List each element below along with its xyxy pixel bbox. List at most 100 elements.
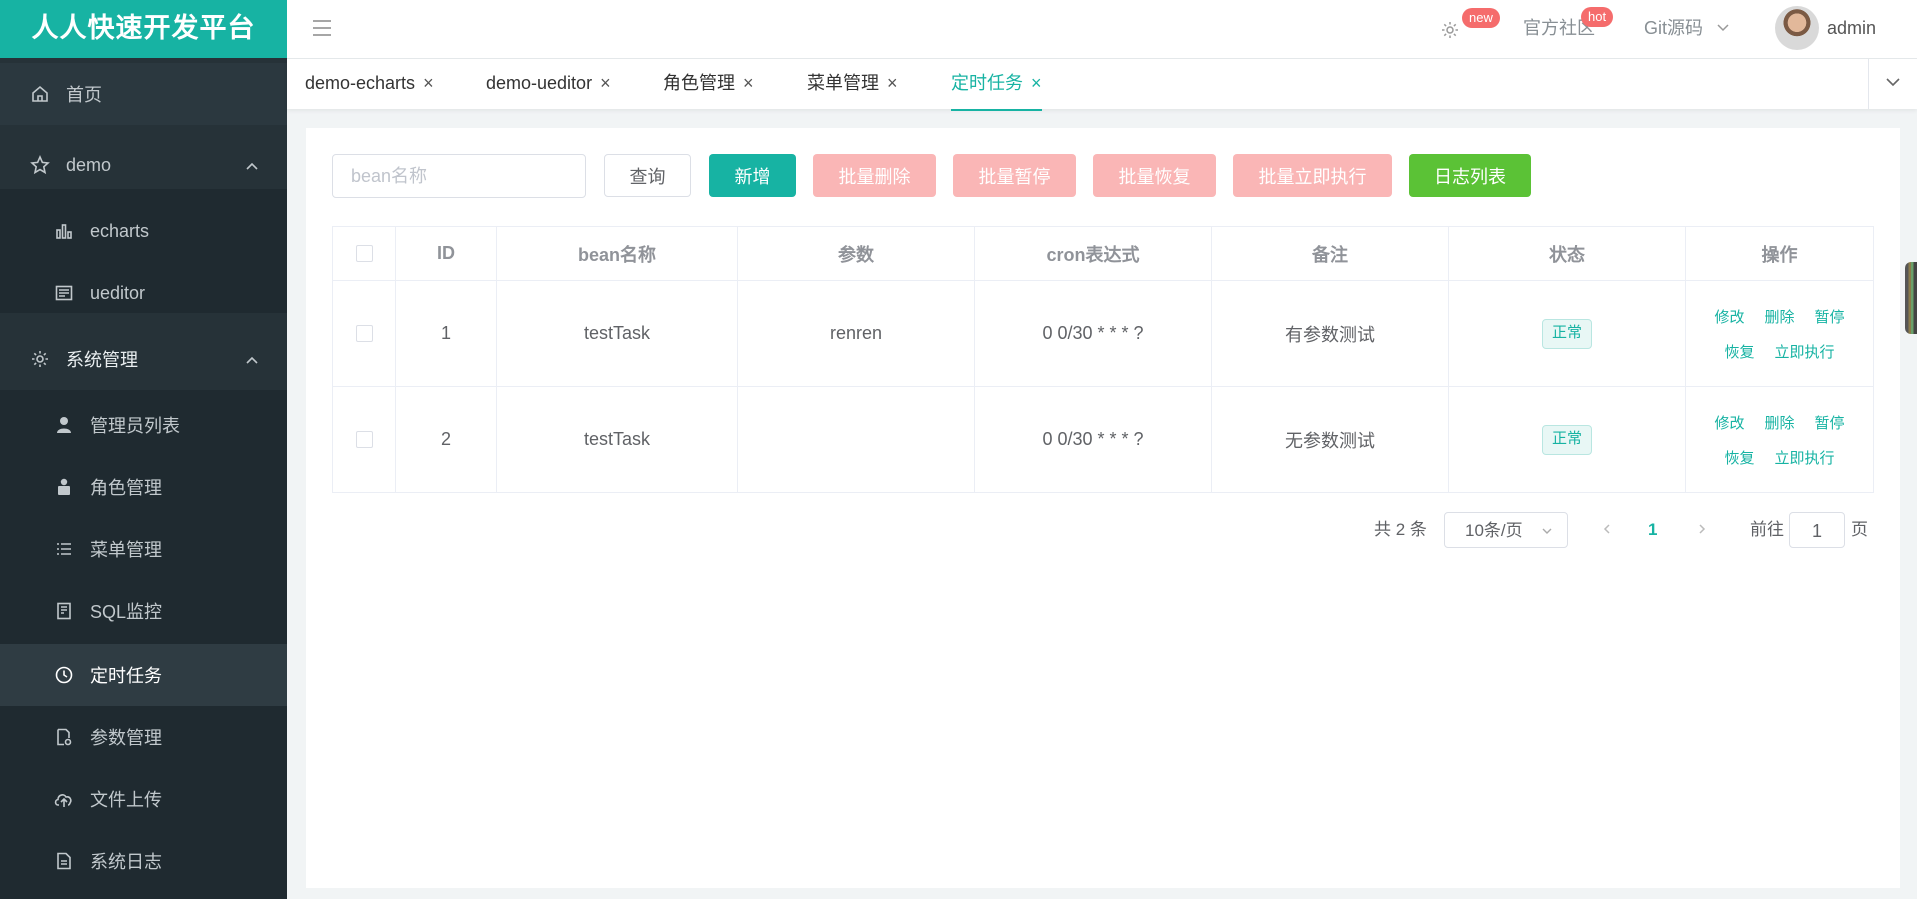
row-checkbox[interactable]	[355, 431, 373, 448]
username[interactable]: admin	[1827, 0, 1876, 58]
column-header-params: 参数	[738, 227, 975, 280]
sidebar-item-label: 系统日志	[90, 852, 162, 872]
cell-remark: 有参数测试	[1212, 281, 1449, 386]
home-icon	[28, 82, 52, 106]
cell-actions: 修改 删除 暂停 恢复 立即执行	[1686, 387, 1873, 492]
tab-options-button[interactable]	[1868, 59, 1917, 109]
pause-link[interactable]: 暂停	[1815, 306, 1845, 327]
tab-role[interactable]: 角色管理 ×	[663, 59, 754, 109]
clock-icon	[52, 663, 76, 687]
editor-icon	[52, 281, 76, 305]
cell-id: 1	[396, 281, 497, 386]
sidebar-item-label: 系统管理	[66, 350, 138, 370]
batch-resume-button[interactable]: 批量恢复	[1093, 154, 1216, 197]
sidebar-item-syslog[interactable]: 系统日志	[0, 830, 287, 892]
tab-label: 菜单管理	[807, 73, 879, 93]
sidebar-item-params[interactable]: 参数管理	[0, 706, 287, 768]
batch-delete-button[interactable]: 批量删除	[813, 154, 936, 197]
cell-id: 2	[396, 387, 497, 492]
bean-name-search-input[interactable]: bean名称	[332, 154, 586, 198]
next-page-button[interactable]	[1697, 512, 1707, 548]
avatar[interactable]	[1775, 6, 1819, 50]
sidebar-item-home[interactable]: 首页	[0, 63, 287, 125]
resume-link[interactable]: 恢复	[1724, 447, 1754, 468]
batch-pause-button[interactable]: 批量暂停	[953, 154, 1076, 197]
sidebar-item-menu[interactable]: 菜单管理	[0, 518, 287, 580]
tab-label: 角色管理	[663, 73, 735, 93]
cell-cron: 0 0/30 * * * ?	[975, 387, 1212, 492]
status-badge: 正常	[1541, 318, 1592, 349]
git-source-label: Git源码	[1644, 18, 1704, 38]
page-size-select[interactable]: 10条/页	[1444, 512, 1568, 548]
batch-run-button[interactable]: 批量立即执行	[1233, 154, 1392, 197]
tab-schedule[interactable]: 定时任务 ×	[951, 59, 1042, 111]
goto-suffix: 页	[1851, 520, 1868, 539]
pause-link[interactable]: 暂停	[1815, 412, 1845, 433]
star-icon	[28, 153, 52, 177]
resume-link[interactable]: 恢复	[1724, 341, 1754, 362]
goto-page-input[interactable]: 1	[1789, 512, 1845, 548]
doc-icon	[52, 849, 76, 873]
close-icon[interactable]: ×	[423, 73, 434, 93]
sidebar-item-system[interactable]: 系统管理	[0, 328, 287, 390]
sidebar-item-echarts[interactable]: echarts	[0, 200, 287, 262]
select-all-cell	[333, 227, 396, 280]
tab-menu[interactable]: 菜单管理 ×	[807, 59, 898, 109]
sidebar-item-schedule[interactable]: 定时任务	[0, 644, 287, 706]
edit-link[interactable]: 修改	[1714, 306, 1744, 327]
side-scroll-handle[interactable]	[1905, 262, 1917, 334]
sidebar-item-ueditor[interactable]: ueditor	[0, 262, 287, 324]
row-checkbox[interactable]	[355, 325, 373, 342]
tab-bar: demo-echarts × demo-ueditor × 角色管理 × 菜单管理 × …	[287, 59, 1917, 111]
edit-link[interactable]: 修改	[1714, 412, 1744, 433]
gear-icon	[28, 347, 52, 371]
sidebar-item-label: 参数管理	[90, 728, 162, 748]
sidebar-item-label: ueditor	[90, 282, 146, 303]
sidebar-item-label: 首页	[66, 85, 102, 105]
close-icon[interactable]: ×	[887, 73, 898, 93]
sidebar-item-upload[interactable]: 文件上传	[0, 768, 287, 830]
prev-page-button[interactable]	[1602, 512, 1612, 548]
sidebar-item-label: SQL监控	[90, 602, 163, 622]
sidebar-item-label: 角色管理	[90, 478, 162, 498]
close-icon[interactable]: ×	[1031, 73, 1042, 93]
sidebar-item-label: 菜单管理	[90, 540, 162, 560]
brand-logo[interactable]: 人人快速开发平台	[0, 0, 287, 58]
sidebar-item-admin-list[interactable]: 管理员列表	[0, 394, 287, 456]
chevron-up-icon	[245, 352, 259, 373]
hot-badge: hot	[1581, 7, 1614, 27]
hamburger-icon[interactable]	[312, 19, 332, 42]
table-row: 1 testTask renren 0 0/30 * * * ? 有参数测试 正…	[333, 281, 1873, 387]
sidebar-item-label: 管理员列表	[90, 416, 180, 436]
sidebar-item-sql[interactable]: SQL监控	[0, 580, 287, 642]
chevron-right-icon	[1697, 520, 1707, 539]
column-header-bean: bean名称	[497, 227, 738, 280]
goto-prefix: 前往	[1750, 520, 1784, 539]
cell-bean: testTask	[497, 387, 738, 492]
settings-button[interactable]	[1440, 0, 1460, 58]
status-badge: 正常	[1541, 424, 1592, 455]
bar-chart-icon	[52, 219, 76, 243]
select-all-checkbox[interactable]	[355, 245, 373, 262]
run-now-link[interactable]: 立即执行	[1774, 447, 1834, 468]
column-header-cron: cron表达式	[975, 227, 1212, 280]
log-list-button[interactable]: 日志列表	[1409, 154, 1531, 197]
close-icon[interactable]: ×	[600, 73, 611, 93]
param-doc-icon	[52, 725, 76, 749]
delete-link[interactable]: 删除	[1764, 306, 1794, 327]
tab-demo-echarts[interactable]: demo-echarts ×	[305, 59, 434, 109]
close-icon[interactable]: ×	[743, 73, 754, 93]
cell-remark: 无参数测试	[1212, 387, 1449, 492]
cell-bean: testTask	[497, 281, 738, 386]
tab-demo-ueditor[interactable]: demo-ueditor ×	[486, 59, 611, 109]
add-button[interactable]: 新增	[709, 154, 796, 197]
query-button[interactable]: 查询	[604, 154, 691, 197]
sidebar-item-demo[interactable]: demo	[0, 134, 287, 196]
sidebar-item-role[interactable]: 角色管理	[0, 456, 287, 518]
git-source-dropdown[interactable]: Git源码	[1644, 0, 1730, 58]
chevron-left-icon	[1602, 520, 1612, 539]
page-number-current[interactable]: 1	[1648, 512, 1657, 548]
run-now-link[interactable]: 立即执行	[1774, 341, 1834, 362]
cell-actions: 修改 删除 暂停 恢复 立即执行	[1686, 281, 1873, 386]
delete-link[interactable]: 删除	[1764, 412, 1794, 433]
